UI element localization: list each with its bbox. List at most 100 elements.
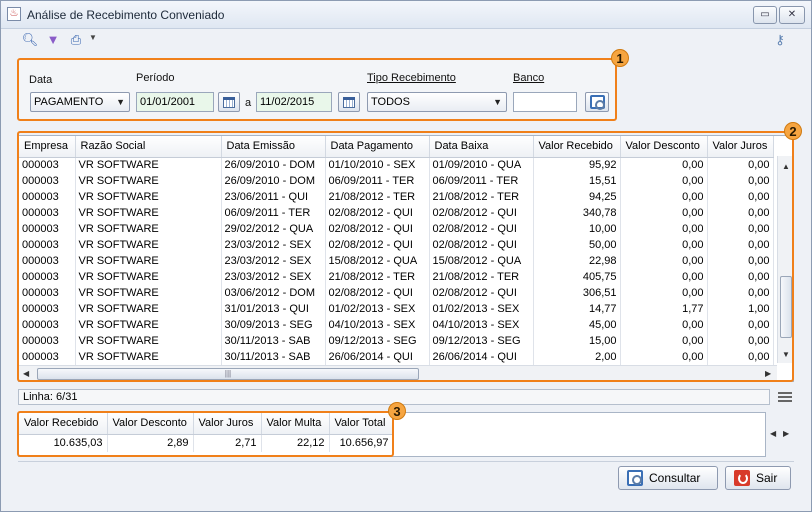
dropdown-arrow-icon[interactable]: ▼ xyxy=(89,33,97,42)
menu-icon[interactable] xyxy=(778,392,792,402)
table-cell: VR SOFTWARE xyxy=(75,157,222,173)
table-row[interactable]: 000003 VR SOFTWARE 03/06/2012 - DOM 02/08/2… xyxy=(19,285,774,301)
table-row[interactable]: 000003 VR SOFTWARE 30/09/2013 - SEG 04/10/2… xyxy=(19,317,774,333)
table-cell: 0,00 xyxy=(620,269,708,285)
tipo-recebimento-label[interactable]: Tipo Recebimento xyxy=(367,72,456,84)
filter-icon[interactable]: ▼ xyxy=(44,32,62,48)
data-select[interactable]: PAGAMENTO ▼ xyxy=(30,92,130,112)
periodo-start-field[interactable]: 01/01/2001 xyxy=(136,92,214,112)
table-cell: VR SOFTWARE xyxy=(75,221,222,237)
restore-icon: ▭ xyxy=(760,9,770,20)
scroll-right-icon[interactable]: ▶ xyxy=(765,369,771,378)
table-cell: 000003 xyxy=(19,333,76,349)
title-bar: ♨ Análise de Recebimento Conveniado ▭ ✕ xyxy=(1,1,811,29)
filter-panel: Data PAGAMENTO ▼ Período 01/01/2001 a 11… xyxy=(18,59,616,120)
column-header[interactable]: Data Emissão xyxy=(221,136,326,158)
table-row[interactable]: 000003 VR SOFTWARE 29/02/2012 - QUA 02/08/2… xyxy=(19,221,774,237)
sair-label: Sair xyxy=(756,471,778,485)
table-cell: 22,98 xyxy=(533,253,621,269)
column-header[interactable]: Razão Social xyxy=(75,136,222,158)
banco-label[interactable]: Banco xyxy=(513,72,544,84)
sair-button[interactable]: Sair xyxy=(725,466,791,490)
exit-icon xyxy=(734,470,750,486)
table-row[interactable]: 000003 VR SOFTWARE 23/03/2012 - SEX 21/08/2… xyxy=(19,269,774,285)
table-cell: 26/09/2010 - DOM xyxy=(221,173,326,189)
calendar-start-button[interactable] xyxy=(218,92,240,112)
table-cell: 15/08/2012 - QUA xyxy=(429,253,534,269)
results-table: Empresa Razão Social Data Emissão Data Paga… xyxy=(18,135,794,382)
key-icon[interactable]: ⚷ xyxy=(771,32,789,48)
column-header[interactable]: Valor Juros xyxy=(707,136,774,158)
periodo-label: Período xyxy=(136,72,175,84)
horizontal-scroll-thumb[interactable]: ||| xyxy=(37,368,419,380)
totals-column-header: Valor Juros xyxy=(193,413,262,435)
table-cell: 000003 xyxy=(19,349,76,365)
table-cell: 23/06/2011 - QUI xyxy=(221,189,326,205)
periodo-end-field[interactable]: 11/02/2015 xyxy=(256,92,332,112)
column-header[interactable]: Data Pagamento xyxy=(325,136,430,158)
vertical-scroll-thumb[interactable] xyxy=(780,276,792,338)
table-cell: VR SOFTWARE xyxy=(75,317,222,333)
table-row[interactable]: 000003 VR SOFTWARE 23/06/2011 - QUI 21/08/2… xyxy=(19,189,774,205)
table-cell: VR SOFTWARE xyxy=(75,189,222,205)
table-cell: 0,00 xyxy=(707,349,774,365)
scroll-up-icon[interactable]: ▲ xyxy=(782,162,790,171)
table-row[interactable]: 000003 VR SOFTWARE 30/11/2013 - SAB 09/12/2… xyxy=(19,333,774,349)
badge-3: 3 xyxy=(388,402,406,420)
horizontal-scrollbar[interactable]: ◀ ||| ▶ xyxy=(19,365,777,381)
table-cell: 94,25 xyxy=(533,189,621,205)
column-header[interactable]: Data Baixa xyxy=(429,136,534,158)
table-row[interactable]: 000003 VR SOFTWARE 26/09/2010 - DOM 01/10/2… xyxy=(19,157,774,173)
column-header[interactable]: Empresa xyxy=(19,136,76,158)
table-cell: 02/08/2012 - QUI xyxy=(429,221,534,237)
data-select-value: PAGAMENTO xyxy=(34,96,104,108)
table-row[interactable]: 000003 VR SOFTWARE 30/11/2013 - SAB 26/06/2… xyxy=(19,349,774,365)
table-cell: 0,00 xyxy=(707,205,774,221)
table-cell: 0,00 xyxy=(620,253,708,269)
banco-field[interactable] xyxy=(513,92,577,112)
table-row[interactable]: 000003 VR SOFTWARE 31/01/2013 - QUI 01/02/2… xyxy=(19,301,774,317)
table-cell: VR SOFTWARE xyxy=(75,173,222,189)
table-cell: 02/08/2012 - QUI xyxy=(325,221,430,237)
table-cell: VR SOFTWARE xyxy=(75,205,222,221)
table-cell: VR SOFTWARE xyxy=(75,285,222,301)
totals-column-header: Valor Multa xyxy=(261,413,330,435)
table-cell: 01/02/2013 - SEX xyxy=(429,301,534,317)
table-cell: 0,00 xyxy=(707,285,774,301)
table-cell: 30/11/2013 - SAB xyxy=(221,349,326,365)
table-cell: 26/09/2010 - DOM xyxy=(221,157,326,173)
table-cell: 15,00 xyxy=(533,333,621,349)
column-header[interactable]: Valor Desconto xyxy=(620,136,708,158)
table-row[interactable]: 000003 VR SOFTWARE 23/03/2012 - SEX 02/08/2… xyxy=(19,237,774,253)
table-cell: 21/08/2012 - TER xyxy=(429,189,534,205)
calendar-end-button[interactable] xyxy=(338,92,360,112)
consultar-button[interactable]: Consultar xyxy=(618,466,718,490)
close-button[interactable]: ✕ xyxy=(779,6,805,24)
scroll-left-icon[interactable]: ◀ xyxy=(23,369,29,378)
totals-scroll-left-icon[interactable]: ◀ xyxy=(770,429,776,438)
vertical-scrollbar[interactable]: ▲ ▼ xyxy=(777,156,793,363)
totals-scroll-right-icon[interactable]: ▶ xyxy=(783,429,789,438)
table-cell: 0,00 xyxy=(620,285,708,301)
table-row[interactable]: 000003 VR SOFTWARE 06/09/2011 - TER 02/08/2… xyxy=(19,205,774,221)
table-cell: 000003 xyxy=(19,189,76,205)
table-row[interactable]: 000003 VR SOFTWARE 23/03/2012 - SEX 15/08/2… xyxy=(19,253,774,269)
tipo-recebimento-select[interactable]: TODOS ▼ xyxy=(367,92,507,112)
print-icon[interactable]: ⎙ xyxy=(67,32,85,48)
banco-search-button[interactable] xyxy=(585,92,609,112)
table-cell: 01/02/2013 - SEX xyxy=(325,301,430,317)
table-cell: 04/10/2013 - SEX xyxy=(429,317,534,333)
totals-grid: Valor Recebido Valor Desconto Valor Juros V… xyxy=(19,413,394,452)
table-row[interactable]: 000003 VR SOFTWARE 26/09/2010 - DOM 06/09/2… xyxy=(19,173,774,189)
table-cell: 02/08/2012 - QUI xyxy=(429,285,534,301)
table-cell: 09/12/2013 - SEG xyxy=(325,333,430,349)
table-cell: 0,00 xyxy=(620,221,708,237)
close-icon: ✕ xyxy=(787,9,797,20)
table-cell: 30/11/2013 - SAB xyxy=(221,333,326,349)
periodo-separator: a xyxy=(245,97,252,109)
restore-button[interactable]: ▭ xyxy=(753,6,777,24)
column-header[interactable]: Valor Recebido xyxy=(533,136,621,158)
search-icon[interactable]: 🔍︎ xyxy=(21,32,39,48)
scroll-down-icon[interactable]: ▼ xyxy=(782,350,790,359)
table-cell: 405,75 xyxy=(533,269,621,285)
